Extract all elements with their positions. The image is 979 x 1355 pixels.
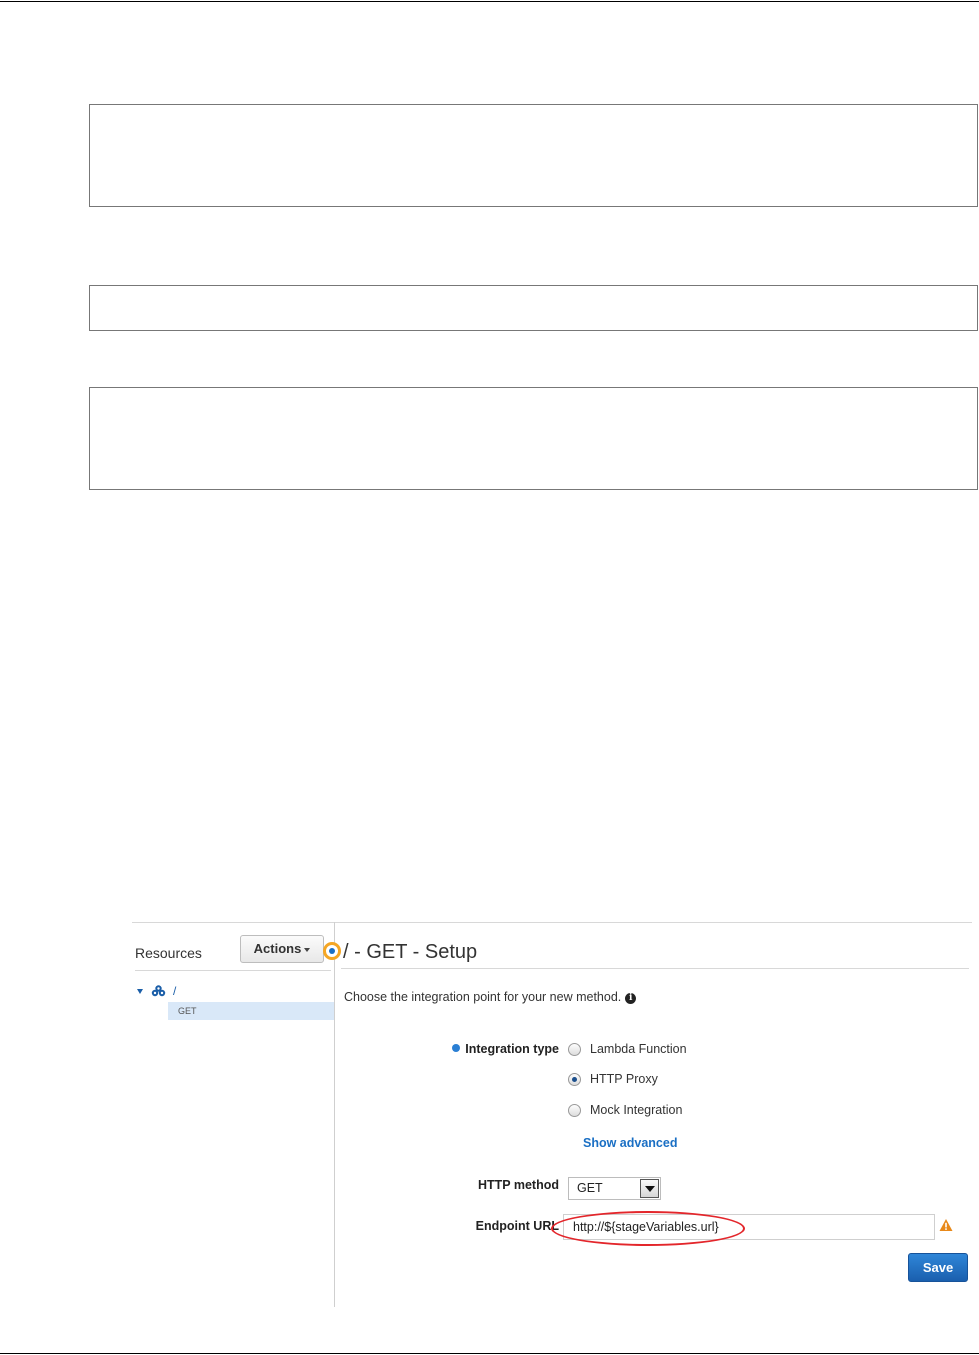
http-method-value: GET [577,1181,603,1195]
resources-title: Resources [135,945,202,961]
info-icon[interactable]: i [625,993,637,1004]
save-button[interactable]: Save [908,1253,968,1282]
tutorial-highlight-icon [323,942,341,960]
code-block-3 [89,387,978,490]
setup-description: Choose the integration point for your ne… [344,990,637,1004]
radio-label: Lambda Function [590,1042,687,1056]
page-title: / - GET - Setup [343,941,478,963]
actions-button[interactable]: Actions [240,935,324,963]
method-setup-panel: / - GET - Setup Choose the integration p… [323,922,972,1307]
api-gateway-screenshot: Resources Actions / GET / - GET - Setup … [132,922,972,1307]
description-text: Choose the integration point for your ne… [344,990,622,1004]
caret-down-icon [304,947,311,952]
endpoint-url-label: Endpoint URL [475,1219,559,1233]
radio-label: HTTP Proxy [590,1072,658,1086]
integration-type-text: Integration type [465,1042,559,1056]
title-divider [341,968,969,969]
integration-type-label: Integration type [440,1042,559,1056]
http-method-select[interactable]: GET [568,1177,661,1200]
radio-label: Mock Integration [590,1103,683,1117]
tree-root-label: / [173,984,177,998]
resource-icon [151,985,166,997]
sidebar-divider [135,970,331,971]
code-block-2 [89,285,978,331]
code-block-1 [89,104,978,207]
tree-method-get[interactable]: GET [168,1002,334,1020]
radio-button-selected-icon[interactable] [568,1072,581,1086]
expand-triangle-icon[interactable] [137,988,143,994]
radio-lambda-function[interactable]: Lambda Function [568,1042,687,1056]
radio-button-icon[interactable] [568,1042,581,1056]
page-top-rule [0,1,979,2]
warning-icon [939,1219,953,1231]
show-advanced-link[interactable]: Show advanced [583,1136,677,1150]
radio-http-proxy[interactable]: HTTP Proxy [568,1072,658,1086]
actions-label: Actions [253,941,302,956]
endpoint-url-input[interactable]: http://${stageVariables.url} [563,1214,935,1240]
required-dot-icon [452,1044,461,1052]
radio-button-icon[interactable] [568,1103,581,1117]
page-bottom-rule [0,1353,979,1354]
dropdown-arrow-icon[interactable] [640,1179,659,1198]
tree-root-resource[interactable]: / [137,983,176,999]
resources-sidebar: Resources Actions / GET [132,922,335,1307]
http-method-label: HTTP method [477,1178,559,1192]
radio-mock-integration[interactable]: Mock Integration [568,1103,682,1117]
